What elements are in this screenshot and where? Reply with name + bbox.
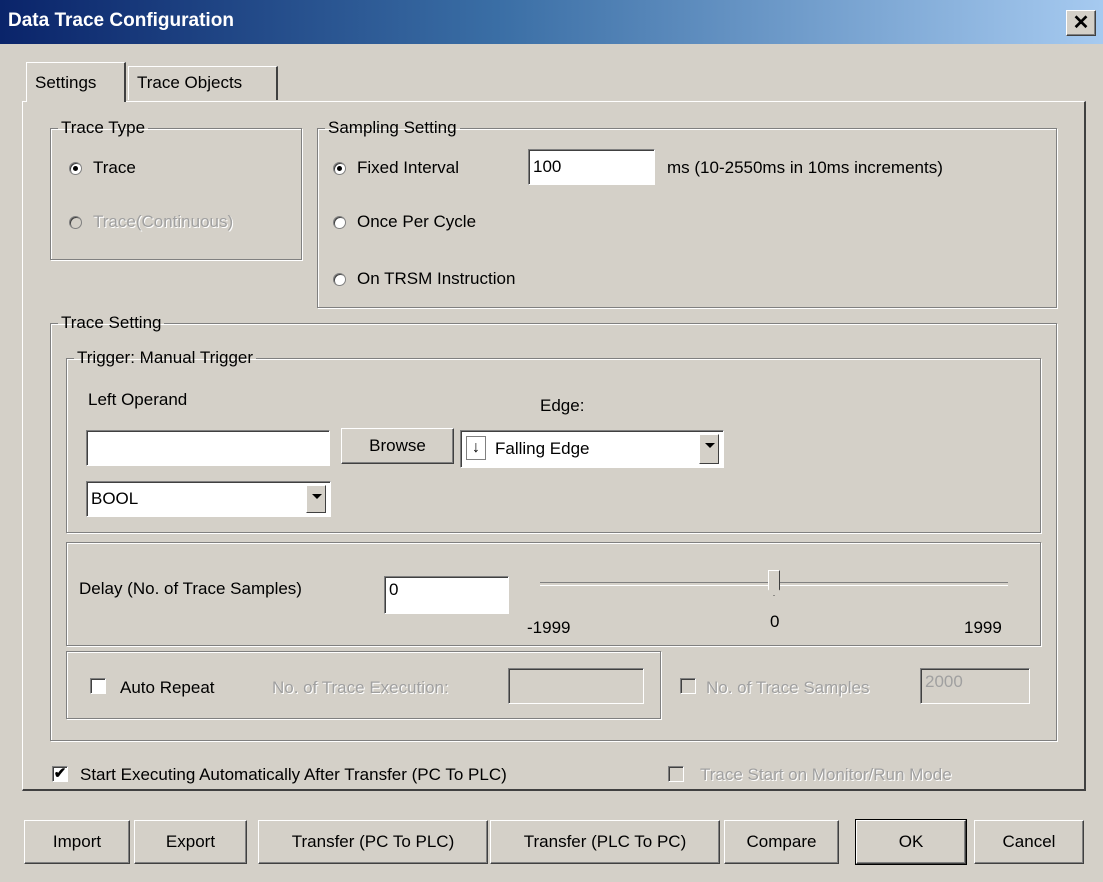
auto-repeat-checkbox[interactable] — [90, 678, 106, 694]
close-button[interactable]: ✕ — [1066, 10, 1096, 36]
slider-mid-label: 0 — [770, 612, 780, 631]
close-icon: ✕ — [1072, 12, 1090, 34]
auto-repeat-label: Auto Repeat — [120, 678, 215, 697]
fixed-interval-input[interactable]: 100 — [528, 149, 655, 185]
transfer-pc-to-plc-button[interactable]: Transfer (PC To PLC) — [258, 820, 488, 864]
start-auto-checkbox[interactable]: ✔ — [52, 766, 68, 782]
trace-type-group: Trace Type — [50, 118, 302, 260]
data-type-value: BOOL — [91, 489, 139, 508]
trigger-legend: Trigger: Manual Trigger — [77, 348, 254, 367]
trace-setting-legend: Trace Setting — [61, 313, 162, 332]
once-per-cycle-label: Once Per Cycle — [357, 212, 477, 231]
on-trsm-radio[interactable] — [333, 273, 346, 286]
window-title: Data Trace Configuration — [8, 10, 234, 31]
slider-max-label: 1999 — [964, 618, 1002, 637]
browse-button[interactable]: Browse — [341, 428, 454, 464]
falling-edge-icon: ↓ — [466, 436, 486, 460]
executions-label: No. of Trace Execution: — [272, 678, 449, 697]
trace-label: Trace — [93, 158, 136, 177]
import-button[interactable]: Import — [24, 820, 130, 864]
left-operand-label: Left Operand — [88, 390, 188, 409]
ok-button[interactable]: OK — [855, 819, 967, 865]
edge-label: Edge: — [540, 396, 585, 415]
interval-hint: ms (10-2550ms in 10ms increments) — [667, 158, 943, 177]
chevron-down-icon[interactable] — [306, 485, 326, 513]
trace-continuous-radio — [69, 216, 82, 229]
once-per-cycle-radio[interactable] — [333, 216, 346, 229]
delay-label: Delay (No. of Trace Samples) — [79, 579, 302, 598]
trace-samples-checkbox — [680, 678, 696, 694]
trace-samples-input: 2000 — [920, 668, 1030, 704]
fixed-interval-radio[interactable] — [333, 162, 346, 175]
trace-start-monitor-checkbox — [668, 766, 684, 782]
cancel-button[interactable]: Cancel — [974, 820, 1084, 864]
executions-input — [508, 668, 644, 704]
tab-trace-objects[interactable]: Trace Objects — [128, 66, 278, 100]
fixed-interval-label: Fixed Interval — [357, 158, 460, 177]
chevron-down-icon[interactable] — [699, 434, 719, 464]
compare-button[interactable]: Compare — [724, 820, 839, 864]
edge-value: Falling Edge — [495, 439, 590, 458]
check-icon: ✔ — [53, 765, 67, 782]
trace-samples-label: No. of Trace Samples — [706, 678, 870, 697]
tab-settings[interactable]: Settings — [26, 62, 126, 102]
trace-type-legend: Trace Type — [61, 118, 146, 137]
slider-min-label: -1999 — [527, 618, 571, 637]
export-button[interactable]: Export — [134, 820, 247, 864]
left-operand-input[interactable] — [86, 430, 330, 466]
on-trsm-label: On TRSM Instruction — [357, 269, 516, 288]
data-type-select[interactable]: BOOL — [86, 481, 331, 517]
trace-radio[interactable] — [69, 162, 82, 175]
sampling-setting-legend: Sampling Setting — [328, 118, 457, 137]
edge-select[interactable]: ↓ Falling Edge — [460, 430, 724, 468]
transfer-plc-to-pc-button[interactable]: Transfer (PLC To PC) — [490, 820, 720, 864]
trace-continuous-label: Trace(Continuous) — [93, 212, 234, 231]
start-auto-label: Start Executing Automatically After Tran… — [80, 765, 507, 784]
trace-start-monitor-label: Trace Start on Monitor/Run Mode — [700, 765, 952, 784]
delay-input[interactable]: 0 — [384, 576, 509, 614]
